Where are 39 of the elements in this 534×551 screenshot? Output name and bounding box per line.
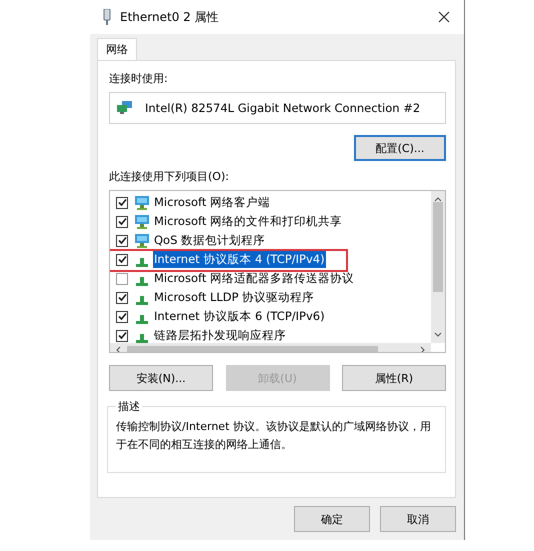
monitor-icon	[134, 214, 150, 228]
checkbox[interactable]	[116, 330, 128, 342]
scroll-up-icon[interactable]	[434, 196, 442, 202]
close-icon[interactable]	[438, 11, 450, 23]
vertical-scrollbar[interactable]	[431, 191, 445, 343]
list-item[interactable]: Microsoft 网络客户端	[153, 194, 271, 211]
scroll-left-icon[interactable]	[115, 346, 121, 352]
checkbox[interactable]	[116, 310, 128, 322]
checkbox[interactable]	[116, 254, 128, 266]
action-button[interactable]: 属性(R)	[342, 365, 446, 391]
network-computers-icon	[117, 101, 133, 115]
checkbox[interactable]	[116, 272, 128, 284]
adapter-name: Intel(R) 82574L Gigabit Network Connection #2	[145, 101, 420, 115]
list-item[interactable]: Microsoft 网络的文件和打印机共享	[153, 213, 343, 230]
window-title: Ethernet0 2 属性	[120, 8, 220, 26]
list-item[interactable]: Internet 协议版本 6 (TCP/IPv6)	[153, 308, 326, 325]
dialog-button[interactable]: 确定	[294, 506, 370, 532]
description-text: 传输控制协议/Internet 协议。该协议是默认的广域网络协议，用于在不同的相互连接的网络上通信。	[116, 419, 432, 453]
scroll-down-icon[interactable]	[434, 332, 442, 338]
section-label: 此连接使用下列项目(O):	[109, 169, 230, 184]
list-item[interactable]: Internet 协议版本 4 (TCP/IPv4)	[153, 251, 326, 268]
list-item[interactable]: 链路层拓扑发现响应程序	[153, 327, 287, 343]
action-button[interactable]: 安装(N)...	[109, 365, 213, 391]
section-label: 连接时使用:	[109, 71, 169, 86]
monitor-icon	[134, 196, 150, 210]
checkbox[interactable]	[116, 234, 128, 246]
group-label: 描述	[117, 399, 141, 414]
list-item[interactable]: Microsoft LLDP 协议驱动程序	[153, 289, 316, 306]
configure-button[interactable]: 配置(C)...	[354, 135, 446, 161]
scroll-right-icon[interactable]	[420, 346, 426, 352]
dialog-button[interactable]: 取消	[380, 506, 456, 532]
checkbox[interactable]	[116, 196, 128, 208]
monitor-icon	[134, 234, 150, 248]
tab[interactable]: 网络	[97, 38, 137, 60]
network-plug-icon	[102, 9, 112, 25]
list-item[interactable]: QoS 数据包计划程序	[153, 232, 266, 249]
checkbox[interactable]	[116, 292, 128, 304]
checkbox[interactable]	[116, 216, 128, 228]
list-item[interactable]: Microsoft 网络适配器多路传送器协议	[153, 270, 355, 287]
